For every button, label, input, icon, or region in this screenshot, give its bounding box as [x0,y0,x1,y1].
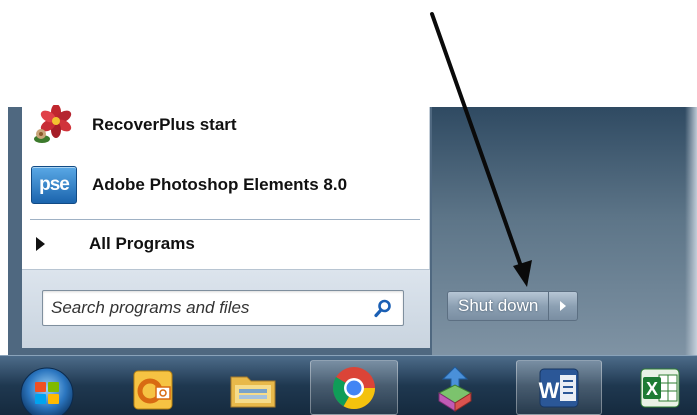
chrome-icon [332,366,375,409]
pse-icon: pse [30,165,78,205]
folder-icon [230,376,276,407]
all-programs-label: All Programs [89,234,195,253]
menu-divider [30,219,420,220]
arrows-cube-icon [437,365,473,412]
program-item-recoverplus[interactable]: RecoverPlus start [30,102,410,148]
program-label: RecoverPlus start [92,115,237,134]
taskbar: W X [0,355,697,415]
windows-orb-icon [20,367,74,415]
taskbar-outlook[interactable] [118,360,188,415]
search-box[interactable] [42,290,404,326]
chevron-right-icon [560,301,567,311]
taskbar-windows-explorer[interactable] [218,360,288,415]
excel-icon: X [640,368,680,407]
program-item-photoshop-elements[interactable]: pse Adobe Photoshop Elements 8.0 [30,162,410,208]
start-button[interactable] [12,360,82,415]
shutdown-options-button[interactable] [548,291,579,321]
pse-icon-text: pse [31,166,77,204]
word-icon-letter: W [539,378,560,403]
shutdown-group: Shut down [447,291,579,321]
excel-icon-letter: X [646,379,658,399]
outlook-icon [133,370,173,409]
taskbar-word[interactable]: W [516,360,602,415]
taskbar-excel[interactable]: X [625,360,695,415]
taskbar-app[interactable] [420,360,490,415]
all-programs-button[interactable]: All Programs [30,226,410,262]
program-label: Adobe Photoshop Elements 8.0 [92,175,348,194]
word-icon: W [539,368,579,407]
shutdown-button[interactable]: Shut down [447,291,549,321]
flower-icon [30,105,78,145]
search-icon[interactable] [373,298,393,318]
search-input[interactable] [51,295,361,321]
triangle-right-icon [36,237,45,251]
taskbar-chrome[interactable] [310,360,398,415]
